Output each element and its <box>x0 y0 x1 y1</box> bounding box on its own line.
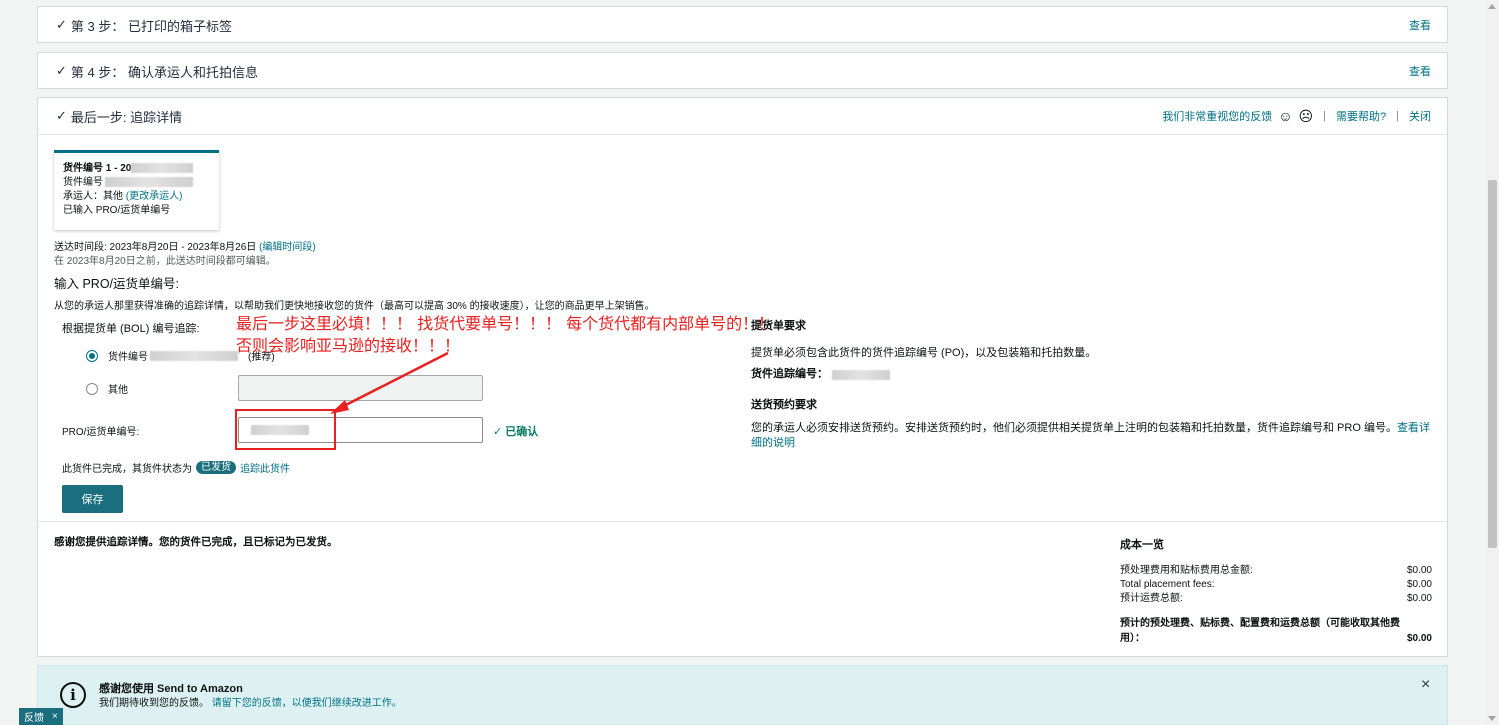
pro-status: 已输入 PRO/运货单编号 <box>63 205 171 216</box>
tracking-id-label: 货件追踪编号： <box>751 368 828 380</box>
cost-total-value: $0.00 <box>1406 633 1432 644</box>
scroll-up-icon[interactable] <box>1488 4 1496 9</box>
option1-label: 货件编号 <box>108 352 148 363</box>
cost-value: $0.00 <box>1406 565 1432 576</box>
cost-value: $0.00 <box>1406 579 1432 590</box>
redacted-value <box>105 177 193 188</box>
checkmark-icon: ✓ <box>493 426 503 438</box>
redacted-value <box>832 369 890 380</box>
separator: | <box>1323 110 1327 122</box>
shipment-line: 货件编号 1 - 20 <box>63 163 132 174</box>
annotation-line-1: 最后一步这里必填！！！ 找货代要单号！！！ 每个货代都有内部单号的！！ <box>236 314 775 333</box>
step-4-panel: ✓ 第 4 步： 确认承运人和托拍信息 查看 <box>37 52 1448 89</box>
final-step-panel: ✓ 最后一步: 追踪详情 我们非常重视您的反馈 ☺ ☹ | 需要帮助? | 关闭… <box>37 97 1448 657</box>
carrier-label: 承运人：其他 <box>63 191 123 202</box>
cost-label: 预处理费用和贴标费用总金额: <box>1120 565 1253 576</box>
cost-row: 预处理费用和贴标费用总金额: $0.00 <box>1120 564 1432 578</box>
appt-text-block: 您的承运人必须安排送货预约。安排送货预约时，他们必须提供相关提货单上注明的包装箱… <box>751 421 1431 451</box>
checkmark-icon: ✓ <box>56 108 67 123</box>
editable-note: 在 2023年8月20日之前，此送达时间段都可编辑。 <box>54 256 276 267</box>
feedback-banner: i 感谢您使用 Send to Amazon 我们期待收到您的反馈。 请留下您的… <box>37 665 1448 725</box>
step-3-panel: ✓ 第 3 步： 已打印的箱子标签 查看 <box>37 6 1448 43</box>
step-4-title: 第 4 步： 确认承运人和托拍信息 <box>70 64 258 80</box>
appt-title: 送货预约要求 <box>751 399 817 411</box>
radio-other[interactable] <box>86 382 98 395</box>
pro-heading: 输入 PRO/运货单编号: <box>54 277 180 291</box>
smile-face-icon[interactable]: ☺ <box>1278 109 1292 123</box>
help-link[interactable]: 需要帮助? <box>1336 108 1386 124</box>
feedback-tab[interactable]: 反馈 × <box>19 708 63 725</box>
info-icon: i <box>60 682 86 708</box>
final-step-header: ✓ 最后一步: 追踪详情 我们非常重视您的反馈 ☺ ☹ | 需要帮助? | 关闭 <box>38 98 1447 134</box>
cost-title: 成本一览 <box>1120 539 1164 551</box>
annotation-arrow-icon <box>330 351 449 414</box>
bol-req-text: 提货单必须包含此货件的货件追踪编号 (PO)，以及包装箱和托拍数量。 <box>751 347 1097 359</box>
confirmed-label: 已确认 <box>505 426 539 438</box>
appt-text: 您的承运人必须安排送货预约。安排送货预约时，他们必须提供相关提货单上注明的包装箱… <box>751 422 1397 434</box>
cost-value: $0.00 <box>1406 593 1432 604</box>
thanks-text: 感谢您提供追踪详情。您的货件已完成，且已标记为已发货。 <box>54 536 338 548</box>
cost-total-label: 预计的预处理费、贴标费、配置费和运费总额（可能收取其他费用）： <box>1120 618 1400 644</box>
cost-row: Total placement fees: $0.00 <box>1120 578 1432 592</box>
checkmark-icon: ✓ <box>56 63 67 78</box>
option-other[interactable]: 其他 <box>86 381 128 396</box>
save-button[interactable]: 保存 <box>62 485 123 513</box>
step-3-header[interactable]: ✓ 第 3 步： 已打印的箱子标签 查看 <box>38 7 1447 43</box>
banner-close-icon[interactable]: × <box>1421 676 1430 694</box>
status-text: 此货件已完成，其货件状态为 <box>62 464 192 475</box>
frown-face-icon[interactable]: ☹ <box>1299 109 1314 123</box>
step-4-view-link[interactable]: 查看 <box>1409 63 1431 79</box>
feedback-tab-close-icon[interactable]: × <box>52 711 58 722</box>
radio-shipment-id[interactable] <box>86 349 98 362</box>
scroll-down-icon[interactable] <box>1488 716 1496 721</box>
scrollbar-thumb[interactable] <box>1488 180 1497 548</box>
cost-total-row: 预计的预处理费、贴标费、配置费和运费总额（可能收取其他费用）： $0.00 <box>1120 616 1432 646</box>
divider <box>38 134 1447 135</box>
feedback-link[interactable]: 我们非常重视您的反馈 <box>1162 108 1272 124</box>
bol-label: 根据提货单 (BOL) 编号追踪: <box>62 323 200 335</box>
option2-label: 其他 <box>108 385 128 396</box>
redacted-value <box>150 350 238 361</box>
pro-field-label: PRO/运货单编号: <box>62 427 140 438</box>
step-3-title: 第 3 步： 已打印的箱子标签 <box>70 18 232 34</box>
status-badge: 已发货 <box>196 461 236 474</box>
pro-description: 从您的承运人那里获得准确的追踪详情，以帮助我们更快地接收您的货件（最高可以提高 … <box>54 301 655 312</box>
banner-text-row: 我们期待收到您的反馈。 请留下您的反馈，以便我们继续改进工作。 <box>99 694 402 709</box>
step-4-header[interactable]: ✓ 第 4 步： 确认承运人和托拍信息 查看 <box>38 53 1447 89</box>
feedback-tab-label[interactable]: 反馈 <box>24 709 44 724</box>
banner-text: 我们期待收到您的反馈。 <box>99 698 209 709</box>
close-link[interactable]: 关闭 <box>1409 108 1431 124</box>
step-3-view-link[interactable]: 查看 <box>1409 17 1431 33</box>
shipment-card[interactable]: 货件编号 1 - 20 货件编号 承运人：其他 (更改承运人) 已输入 PRO/… <box>54 150 219 230</box>
scrollbar[interactable] <box>1486 0 1499 725</box>
cost-row: 预计运费总额: $0.00 <box>1120 592 1432 606</box>
final-step-title: 最后一步: 追踪详情 <box>70 109 183 125</box>
tracking-id-row: 货件追踪编号： <box>751 367 1431 382</box>
track-shipment-link[interactable]: 追踪此货件 <box>240 460 290 475</box>
divider <box>38 521 1447 522</box>
redacted-value <box>131 163 194 174</box>
delivery-window-row: 送达时间段: 2023年8月20日 - 2023年8月26日 (编辑时间段) <box>54 238 316 253</box>
bol-requirements: 提货单要求 提货单必须包含此货件的货件追踪编号 (PO)，以及包装箱和托拍数量。… <box>751 319 1431 451</box>
status-row: 此货件已完成，其货件状态为 已发货 追踪此货件 <box>62 460 290 475</box>
bol-req-title: 提货单要求 <box>751 320 806 332</box>
shipment-id-label: 货件编号 <box>63 177 103 188</box>
separator: | <box>1396 110 1399 122</box>
cost-summary: 成本一览 预处理费用和贴标费用总金额: $0.00 Total placement… <box>1120 536 1432 646</box>
checkmark-icon: ✓ <box>56 17 67 32</box>
confirmed-status: ✓ 已确认 <box>493 423 538 439</box>
cost-label: Total placement fees: <box>1120 579 1215 590</box>
change-carrier-link[interactable]: (更改承运人) <box>126 191 183 202</box>
cost-label: 预计运费总额: <box>1120 593 1183 604</box>
banner-feedback-link[interactable]: 请留下您的反馈，以便我们继续改进工作。 <box>212 698 402 709</box>
